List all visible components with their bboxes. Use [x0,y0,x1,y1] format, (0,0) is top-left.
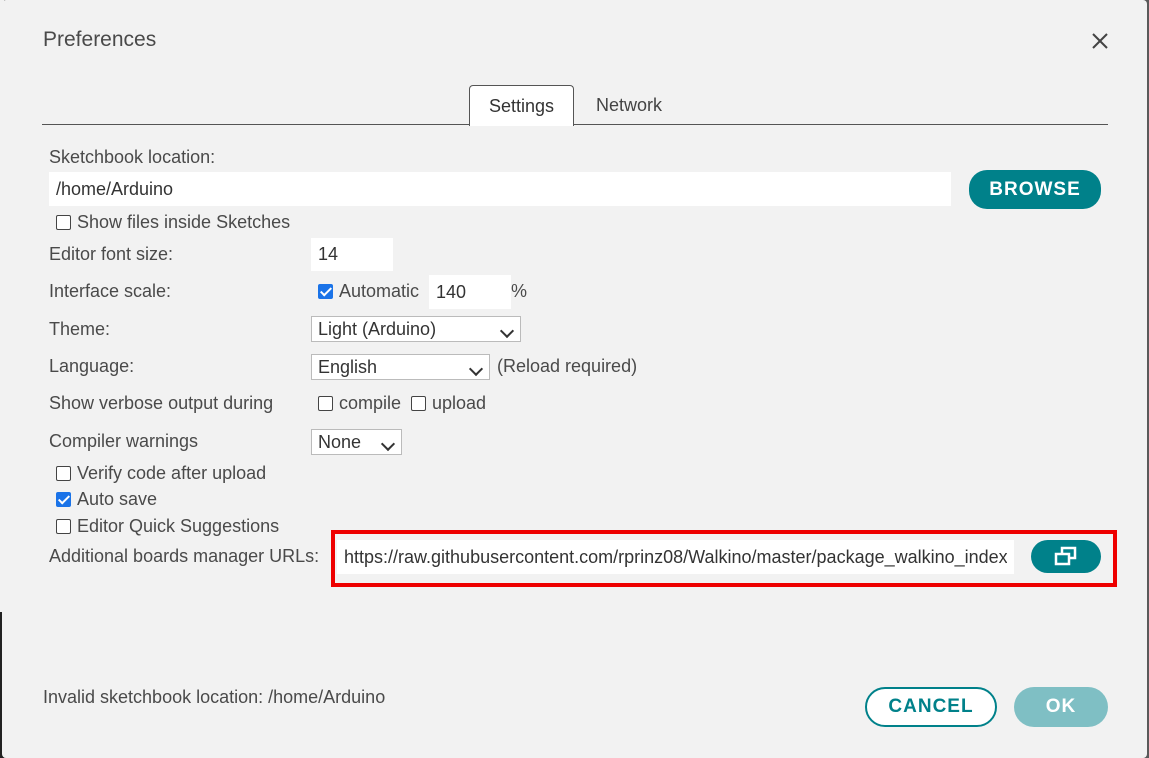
verbose-output-label: Show verbose output during [49,393,274,413]
boards-manager-urls-label: Additional boards manager URLs: [49,546,320,566]
dialog-title: Preferences [43,28,157,51]
tab-network[interactable]: Network [584,85,674,125]
verbose-upload-label: upload [432,393,487,413]
auto-save-checkbox[interactable] [56,492,71,507]
chevron-down-icon [499,323,515,339]
scale-unit-label: % [511,281,528,301]
preferences-dialog: Preferences Settings Network Sketchbook … [2,0,1147,758]
compiler-warnings-select[interactable]: None [311,429,402,455]
editor-font-size-input[interactable] [311,238,393,271]
auto-save-label: Auto save [77,489,158,509]
language-label: Language: [49,356,135,376]
show-files-label: Show files inside Sketches [77,212,291,232]
interface-scale-label: Interface scale: [49,281,172,301]
sketchbook-location-label: Sketchbook location: [49,147,216,167]
status-message: Invalid sketchbook location: /home/Ardui… [43,687,386,707]
language-select[interactable]: English [311,354,490,380]
quick-suggestions-checkbox[interactable] [56,519,71,534]
show-files-checkbox[interactable] [56,215,71,230]
verbose-compile-label: compile [339,393,402,413]
sketchbook-location-input[interactable] [49,172,951,206]
close-icon[interactable] [1089,30,1111,52]
browse-button[interactable]: BROWSE [969,170,1101,209]
verbose-upload-checkbox[interactable] [411,396,426,411]
automatic-scale-label: Automatic [339,281,420,301]
reload-required-note: (Reload required) [497,356,638,376]
compiler-warnings-value: None [318,432,362,452]
tab-settings[interactable]: Settings [469,85,574,126]
chevron-down-icon [380,436,396,452]
cancel-button[interactable]: CANCEL [865,687,997,727]
verify-after-upload-label: Verify code after upload [77,463,267,483]
chevron-down-icon [468,361,484,377]
theme-label: Theme: [49,319,111,339]
theme-select[interactable]: Light (Arduino) [311,316,521,342]
interface-scale-input[interactable] [429,275,511,309]
quick-suggestions-label: Editor Quick Suggestions [77,516,280,536]
compiler-warnings-label: Compiler warnings [49,431,199,451]
verbose-compile-checkbox[interactable] [318,396,333,411]
automatic-scale-checkbox[interactable] [318,284,333,299]
editor-font-size-label: Editor font size: [49,244,174,264]
verify-after-upload-checkbox[interactable] [56,466,71,481]
tab-bar-divider [42,124,1108,125]
highlight-annotation [331,530,1117,587]
theme-select-value: Light (Arduino) [318,319,437,339]
ok-button[interactable]: OK [1014,687,1108,727]
language-select-value: English [318,357,378,377]
